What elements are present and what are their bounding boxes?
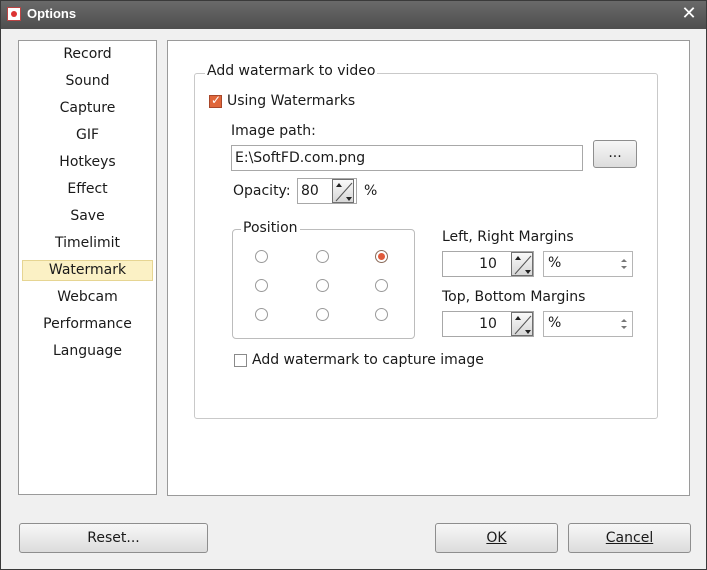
spin-arrows-icon [514, 315, 532, 335]
position-top-right-radio[interactable] [375, 250, 388, 263]
capture-image-label[interactable]: Add watermark to capture image [252, 352, 484, 368]
position-title: Position [241, 220, 300, 236]
title-bar[interactable]: Options ✕ [1, 1, 706, 29]
ok-button[interactable]: OK [435, 523, 558, 553]
browse-button[interactable]: ... [593, 140, 637, 168]
nav-item-record[interactable]: Record [22, 44, 153, 65]
position-bottom-left-radio[interactable] [255, 308, 268, 321]
lr-margin-unit-value: % [548, 255, 562, 271]
close-icon: ✕ [681, 3, 697, 24]
category-list: Record Sound Capture GIF Hotkeys Effect … [18, 40, 157, 495]
reset-button[interactable]: Reset... [19, 523, 208, 553]
nav-item-performance[interactable]: Performance [22, 314, 153, 335]
nav-item-effect[interactable]: Effect [22, 179, 153, 200]
checkmark-icon: ✓ [211, 93, 222, 107]
position-middle-left-radio[interactable] [255, 279, 268, 292]
nav-item-webcam[interactable]: Webcam [22, 287, 153, 308]
window-title: Options [27, 6, 77, 21]
updown-arrows-icon [621, 319, 627, 329]
nav-item-hotkeys[interactable]: Hotkeys [22, 152, 153, 173]
capture-image-checkbox[interactable] [234, 354, 247, 367]
cancel-button[interactable]: Cancel [568, 523, 691, 553]
nav-item-language[interactable]: Language [22, 341, 153, 362]
lr-margin-spinner[interactable] [511, 252, 533, 276]
opacity-unit: % [364, 183, 378, 199]
lr-margins-label: Left, Right Margins [442, 229, 574, 245]
spin-arrows-icon [514, 255, 532, 275]
using-watermarks-checkbox[interactable]: ✓ [209, 93, 222, 108]
nav-item-capture[interactable]: Capture [22, 98, 153, 119]
opacity-spinner[interactable] [332, 179, 354, 203]
app-icon [7, 7, 21, 21]
tb-margins-label: Top, Bottom Margins [442, 289, 586, 305]
position-top-left-radio[interactable] [255, 250, 268, 263]
image-path-input[interactable] [231, 145, 583, 171]
close-button[interactable]: ✕ [680, 4, 698, 24]
lr-margin-unit-select[interactable]: % [543, 251, 633, 277]
options-window: Options ✕ Record Sound Capture GIF Hotke… [0, 0, 707, 570]
spin-arrows-icon [335, 182, 353, 202]
tb-margin-unit-select[interactable]: % [543, 311, 633, 337]
using-watermarks-label[interactable]: Using Watermarks [227, 93, 355, 109]
position-bottom-right-radio[interactable] [375, 308, 388, 321]
watermark-group-title: Add watermark to video [205, 63, 378, 79]
opacity-label: Opacity: [233, 183, 291, 199]
nav-item-sound[interactable]: Sound [22, 71, 153, 92]
position-top-center-radio[interactable] [316, 250, 329, 263]
tb-margin-unit-value: % [548, 315, 562, 331]
image-path-label: Image path: [231, 123, 316, 139]
nav-item-save[interactable]: Save [22, 206, 153, 227]
nav-item-timelimit[interactable]: Timelimit [22, 233, 153, 254]
nav-item-watermark[interactable]: Watermark [22, 260, 153, 281]
position-middle-center-radio[interactable] [316, 279, 329, 292]
updown-arrows-icon [621, 259, 627, 269]
position-middle-right-radio[interactable] [375, 279, 388, 292]
nav-item-gif[interactable]: GIF [22, 125, 153, 146]
tb-margin-spinner[interactable] [511, 312, 533, 336]
position-bottom-center-radio[interactable] [316, 308, 329, 321]
